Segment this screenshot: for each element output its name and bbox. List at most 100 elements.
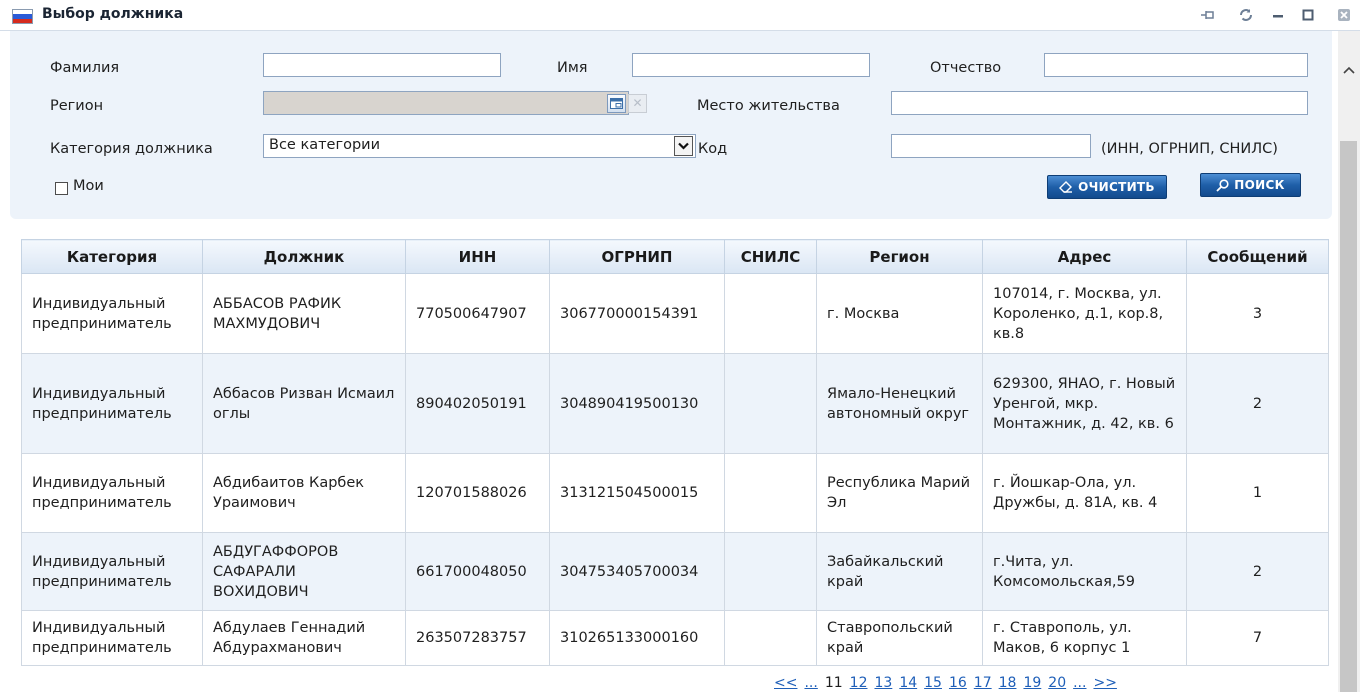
cell-address: г.Чита, ул. Комсомольская,59 [982, 532, 1187, 611]
window-title-bar: Выбор должника [0, 0, 1360, 31]
category-select-value: Все категории [269, 137, 381, 153]
mine-checkbox[interactable] [55, 182, 68, 195]
cell-ogrnip: 304753405700034 [549, 532, 725, 611]
cell-snils [724, 273, 817, 354]
cell-address: г. Йошкар-Ола, ул. Дружбы, д. 81А, кв. 4 [982, 453, 1187, 533]
table-row[interactable]: Индивидуальный предприниматель Абдибаито… [21, 453, 1329, 533]
cell-ogrnip: 304890419500130 [549, 353, 725, 454]
clear-button-label: ОЧИСТИТЬ [1078, 180, 1155, 194]
column-header-messages[interactable]: Сообщений [1186, 239, 1329, 274]
cell-region: Ямало-Ненецкий автономный округ [816, 353, 983, 454]
column-header-region[interactable]: Регион [816, 239, 983, 274]
scrollbar-thumb[interactable] [1340, 141, 1357, 692]
cell-category: Индивидуальный предприниматель [21, 610, 203, 666]
cell-snils [724, 453, 817, 533]
maximize-icon[interactable] [1298, 5, 1318, 25]
cell-inn: 263507283757 [405, 610, 550, 666]
patronymic-label: Отчество [930, 60, 1002, 76]
cell-debtor: Аббасов Ризван Исмаил оглы [202, 353, 406, 454]
pin-icon[interactable] [1198, 5, 1218, 25]
pager-page-link[interactable]: 19 [1023, 675, 1041, 691]
debtors-table: Категория Должник ИНН ОГРНИП СНИЛС Регио… [21, 239, 1329, 666]
category-select[interactable]: Все категории [263, 134, 696, 158]
region-input[interactable] [263, 91, 629, 115]
cell-address: 629300, ЯНАО, г. Новый Уренгой, мкр. Мон… [982, 353, 1187, 454]
pager-page-link[interactable]: 15 [924, 675, 942, 691]
code-label: Код [698, 141, 728, 157]
cell-messages: 3 [1186, 273, 1329, 354]
cell-inn: 661700048050 [405, 532, 550, 611]
column-header-ogrnip[interactable]: ОГРНИП [549, 239, 725, 274]
table-row[interactable]: Индивидуальный предприниматель АББАСОВ Р… [21, 273, 1329, 354]
mine-label: Мои [73, 178, 104, 194]
residence-label: Место жительства [697, 98, 840, 114]
cell-address: г. Ставрополь, ул. Маков, 6 корпус 1 [982, 610, 1187, 666]
pager-page-link[interactable]: 18 [999, 675, 1017, 691]
refresh-icon[interactable] [1236, 5, 1256, 25]
code-input[interactable] [891, 134, 1091, 158]
pager-page-link[interactable]: 13 [874, 675, 892, 691]
category-label: Категория должника [50, 141, 213, 157]
table-row[interactable]: Индивидуальный предприниматель АБДУГАФФО… [21, 532, 1329, 611]
cell-messages: 2 [1186, 532, 1329, 611]
pager-page-link[interactable]: 16 [949, 675, 967, 691]
surname-input[interactable] [263, 53, 501, 77]
pager-page-link[interactable]: 12 [850, 675, 868, 691]
name-label: Имя [557, 60, 588, 76]
pager-current-page: 11 [824, 675, 843, 691]
pager-last-link[interactable]: >> [1093, 675, 1116, 691]
cell-messages: 1 [1186, 453, 1329, 533]
eraser-icon [1059, 181, 1073, 193]
cell-snils [724, 353, 817, 454]
column-header-category[interactable]: Категория [21, 239, 203, 274]
name-input[interactable] [632, 53, 870, 77]
scroll-up-icon[interactable] [1338, 59, 1360, 81]
cell-ogrnip: 313121504500015 [549, 453, 725, 533]
code-hint: (ИНН, ОГРНИП, СНИЛС) [1101, 141, 1278, 157]
cell-inn: 770500647907 [405, 273, 550, 354]
russian-flag-icon [12, 9, 33, 24]
pager-next-more-link[interactable]: ... [1073, 675, 1086, 691]
cell-ogrnip: 310265133000160 [549, 610, 725, 666]
pagination: <<... 11 12 13 14 15 16 17 18 19 20... >> [774, 675, 1124, 691]
table-row[interactable]: Индивидуальный предприниматель Аббасов Р… [21, 353, 1329, 454]
vertical-scrollbar[interactable] [1338, 31, 1360, 692]
column-header-inn[interactable]: ИНН [405, 239, 550, 274]
cell-category: Индивидуальный предприниматель [21, 453, 203, 533]
surname-label: Фамилия [50, 60, 120, 76]
table-row[interactable]: Индивидуальный предприниматель Абдулаев … [21, 610, 1329, 666]
pager-page-link[interactable]: 14 [899, 675, 917, 691]
clear-button[interactable]: ОЧИСТИТЬ [1047, 175, 1167, 199]
region-picker-button[interactable] [607, 94, 626, 113]
table-header-row: Категория Должник ИНН ОГРНИП СНИЛС Регио… [21, 239, 1329, 274]
patronymic-input[interactable] [1044, 53, 1308, 77]
residence-input[interactable] [891, 91, 1308, 115]
pager-prev-more-link[interactable]: ... [804, 675, 817, 691]
region-clear-icon[interactable]: ✕ [628, 94, 647, 113]
cell-debtor: Абдибаитов Карбек Ураимович [202, 453, 406, 533]
cell-debtor: Абдулаев Геннадий Абдурахманович [202, 610, 406, 666]
column-header-address[interactable]: Адрес [982, 239, 1187, 274]
search-button[interactable]: ПОИСК [1200, 173, 1301, 197]
pager-page-link[interactable]: 20 [1048, 675, 1066, 691]
close-icon[interactable] [1334, 5, 1354, 25]
cell-address: 107014, г. Москва, ул. Короленко, д.1, к… [982, 273, 1187, 354]
region-label: Регион [50, 98, 104, 114]
column-header-snils[interactable]: СНИЛС [724, 239, 817, 274]
cell-debtor: АБДУГАФФОРОВ САФАРАЛИ ВОХИДОВИЧ [202, 532, 406, 611]
cell-ogrnip: 306770000154391 [549, 273, 725, 354]
minimize-icon[interactable] [1268, 5, 1288, 25]
window-picker-icon [610, 98, 623, 109]
window-title: Выбор должника [42, 6, 184, 22]
cell-region: Забайкальский край [816, 532, 983, 611]
column-header-debtor[interactable]: Должник [202, 239, 406, 274]
pager-first-link[interactable]: << [774, 675, 797, 691]
cell-category: Индивидуальный предприниматель [21, 273, 203, 354]
cell-region: г. Москва [816, 273, 983, 354]
pager-page-link[interactable]: 17 [974, 675, 992, 691]
cell-snils [724, 532, 817, 611]
cell-category: Индивидуальный предприниматель [21, 353, 203, 454]
chevron-down-icon[interactable] [674, 136, 693, 156]
cell-inn: 890402050191 [405, 353, 550, 454]
cell-debtor: АББАСОВ РАФИК МАХМУДОВИЧ [202, 273, 406, 354]
